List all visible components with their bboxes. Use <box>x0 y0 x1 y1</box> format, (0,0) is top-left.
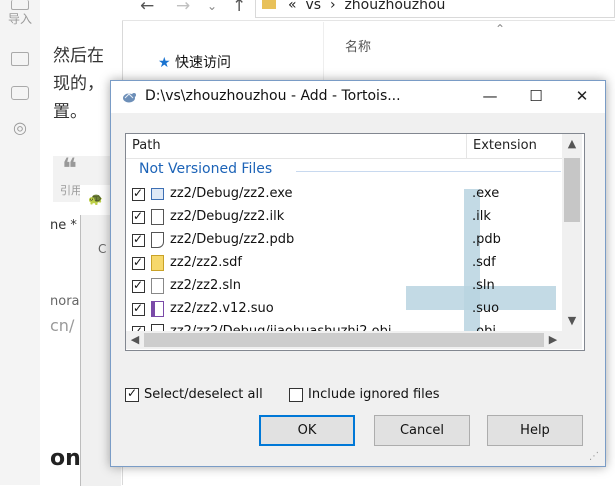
sort-chevron-icon[interactable]: ⌃ <box>495 22 505 36</box>
quick-access-label: 快速访问 <box>175 55 232 71</box>
include-ignored-checkbox[interactable]: Include ignored files <box>289 386 449 406</box>
file-row[interactable]: zz2/Debug/zz2.exe .exe <box>126 184 562 207</box>
minimize-icon: — <box>482 87 498 105</box>
tortoise-icon: 🐢 <box>88 192 103 206</box>
file-path: zz2/Debug/zz2.pdb <box>170 232 295 247</box>
file-checkbox[interactable] <box>132 186 145 201</box>
file-path: zz2/Debug/zz2.exe <box>170 186 293 201</box>
up-arrow-icon[interactable]: ↑ <box>232 0 246 16</box>
select-all-checkbox[interactable]: Select/deselect all <box>125 386 275 406</box>
split-view-button[interactable] <box>0 86 40 100</box>
star-icon: ★ <box>158 55 171 71</box>
file-row[interactable]: zz2/Debug/zz2.ilk .ilk <box>126 207 562 230</box>
file-checkbox[interactable] <box>132 209 145 224</box>
panel-button[interactable] <box>0 52 40 66</box>
left-toolbar: 导入 ◎ <box>0 0 41 485</box>
file-path: zz2/Debug/zz2.ilk <box>170 209 285 224</box>
nav-divider <box>323 22 324 82</box>
sdf-file-icon <box>151 255 164 271</box>
sln-file-icon <box>151 278 164 294</box>
column-header-extension[interactable]: Extension <box>467 134 562 159</box>
include-ignored-box[interactable] <box>289 388 303 402</box>
exe-file-icon <box>151 188 164 200</box>
scroll-left-icon[interactable]: ◀ <box>128 333 142 346</box>
suo-file-icon <box>151 301 164 317</box>
tortoise-icon <box>123 93 136 103</box>
resize-grip-icon[interactable]: ⋰ <box>589 451 599 462</box>
background-field-label: ne * <box>50 218 77 233</box>
preview-button[interactable]: ◎ <box>0 118 40 137</box>
ilk-file-icon <box>151 209 164 225</box>
file-row[interactable]: zz2/zz2.v12.suo .suo <box>126 299 562 322</box>
group-label: Not Versioned Files <box>139 161 273 177</box>
background-text: C <box>98 242 107 256</box>
forward-arrow-icon[interactable]: → <box>176 0 190 16</box>
scroll-corner <box>562 331 582 349</box>
file-extension: .exe <box>472 186 500 201</box>
background-text: cn/ <box>50 316 75 335</box>
file-extension: .ilk <box>472 209 491 224</box>
import-button[interactable]: 导入 <box>0 0 40 27</box>
preview-eye-icon: ◎ <box>13 118 27 137</box>
folder-icon <box>262 0 276 9</box>
back-arrow-icon[interactable]: ← <box>140 0 154 16</box>
maximize-icon: ☐ <box>529 87 543 105</box>
dialog-titlebar[interactable]: D:\vs\zhouzhouzhou - Add - Tortois... — … <box>111 81 605 113</box>
maximize-button[interactable]: ☐ <box>513 81 559 113</box>
name-column-header[interactable]: 名称 <box>345 36 371 55</box>
cancel-button[interactable]: Cancel <box>374 415 470 446</box>
file-checkbox[interactable] <box>132 232 145 247</box>
group-divider <box>296 171 561 172</box>
file-extension: .suo <box>472 301 500 316</box>
editor-line: 然后在 <box>53 46 104 66</box>
column-header-extension-label: Extension <box>473 138 537 153</box>
quick-access-item[interactable]: ★ 快速访问 <box>158 52 231 72</box>
scroll-right-icon[interactable]: ▶ <box>546 333 560 346</box>
file-list[interactable]: Path Extension Not Versioned Files zz2/D… <box>125 133 585 351</box>
file-checkbox[interactable] <box>132 278 145 293</box>
add-dialog: D:\vs\zhouzhouzhou - Add - Tortois... — … <box>110 80 606 467</box>
ok-button[interactable]: OK <box>259 415 355 446</box>
column-header-path-label: Path <box>132 138 161 153</box>
file-checkbox[interactable] <box>132 255 145 270</box>
help-button[interactable]: Help <box>487 415 583 446</box>
import-icon <box>11 0 29 10</box>
vertical-scroll-thumb[interactable] <box>564 158 580 222</box>
file-checkbox[interactable] <box>132 301 145 316</box>
select-all-label: Select/deselect all <box>144 387 263 402</box>
background-text: nora <box>50 294 80 309</box>
column-header-path[interactable]: Path <box>126 134 467 159</box>
panel-icon <box>11 52 29 66</box>
dialog-title: D:\vs\zhouzhouzhou - Add - Tortois... <box>145 88 401 104</box>
import-label: 导入 <box>7 12 32 26</box>
file-row[interactable]: zz2/Debug/zz2.pdb .pdb <box>126 230 562 253</box>
close-button[interactable]: ✕ <box>559 81 605 113</box>
file-path: zz2/zz2.sdf <box>170 255 242 270</box>
include-ignored-label: Include ignored files <box>308 387 440 402</box>
file-path: zz2/zz2.sln <box>170 278 241 293</box>
file-extension: .sln <box>472 278 495 293</box>
scroll-down-icon[interactable]: ▼ <box>562 314 582 327</box>
file-row[interactable]: zz2/zz2.sln .sln <box>126 276 562 299</box>
file-extension: .pdb <box>472 232 501 247</box>
close-icon: ✕ <box>575 87 589 105</box>
file-extension: .sdf <box>472 255 496 270</box>
quote-icon[interactable]: ❝ <box>62 152 77 185</box>
split-view-icon <box>11 86 29 100</box>
select-all-box[interactable] <box>125 386 139 402</box>
background-heading: on <box>50 446 81 471</box>
recent-chevron-icon[interactable]: ⌄ <box>207 0 217 13</box>
address-path: « vs › zhouzhouzhou <box>288 0 446 13</box>
quote-label: 引用 <box>60 184 82 197</box>
pdb-file-icon <box>151 232 164 248</box>
minimize-button[interactable]: — <box>467 81 513 113</box>
scroll-up-icon[interactable]: ▲ <box>562 137 582 150</box>
file-path: zz2/zz2.v12.suo <box>170 301 274 316</box>
horizontal-scroll-thumb[interactable] <box>144 333 544 347</box>
file-row[interactable]: zz2/zz2.sdf .sdf <box>126 253 562 276</box>
